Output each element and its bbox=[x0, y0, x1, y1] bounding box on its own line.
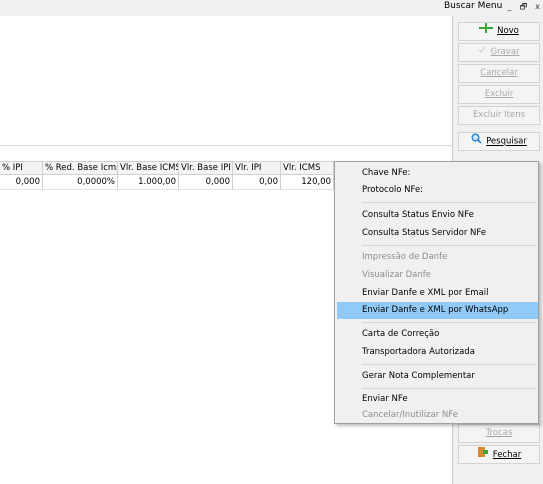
gravar-button[interactable]: Gravar bbox=[458, 43, 540, 62]
menu-item-consulta-status-envio[interactable]: Consulta Status Envio NFe bbox=[337, 207, 538, 224]
menu-separator bbox=[362, 202, 536, 203]
excluir-itens-button[interactable]: Excluir Itens bbox=[458, 106, 540, 125]
menu-separator bbox=[362, 245, 536, 246]
cell-ipi[interactable]: 0,000 bbox=[0, 176, 43, 190]
gravar-label: Gravar bbox=[490, 47, 520, 57]
menu-item-visualizar-danfe[interactable]: Visualizar Danfe bbox=[337, 267, 538, 284]
menu-item-carta-correcao[interactable]: Carta de Correção bbox=[337, 326, 538, 343]
close-button[interactable]: x bbox=[531, 1, 543, 13]
menu-item-cancelar-inutilizar[interactable]: Cancelar/Inutilizar NFe bbox=[337, 407, 538, 424]
cancelar-button[interactable]: Cancelar bbox=[458, 64, 540, 83]
plus-icon bbox=[479, 23, 494, 40]
cell-vlr-base-icms[interactable]: 1.000,00 bbox=[118, 176, 179, 190]
menu-item-transportadora-autorizada[interactable]: Transportadora Autorizada bbox=[337, 344, 538, 361]
menu-separator bbox=[362, 388, 536, 389]
menu-item-enviar-whatsapp[interactable]: Enviar Danfe e XML por WhatsApp bbox=[337, 302, 538, 319]
menu-item-enviar-nfe[interactable]: Enviar NFe bbox=[337, 391, 538, 408]
menu-separator bbox=[362, 322, 536, 323]
fechar-button[interactable]: Fechar bbox=[458, 445, 540, 464]
excluir-itens-label: Excluir Itens bbox=[472, 110, 526, 120]
col-header-vlr-base-ipi[interactable]: Vlr. Base IPI bbox=[179, 162, 233, 176]
exit-door-icon bbox=[477, 446, 489, 465]
restore-button[interactable]: 🗗 bbox=[517, 1, 530, 13]
cell-vlr-base-ipi[interactable]: 0,000 bbox=[179, 176, 233, 190]
nfe-context-menu: Chave NFe: Protocolo NFe: Consulta Statu… bbox=[334, 161, 539, 424]
cell-vlr-icms[interactable]: 120,00 bbox=[281, 176, 334, 190]
check-icon bbox=[478, 44, 486, 61]
menu-item-protocolo-nfe[interactable]: Protocolo NFe: bbox=[337, 182, 538, 199]
menu-buscar[interactable]: Buscar Menu bbox=[444, 1, 502, 11]
cell-red-base-icms[interactable]: 0,0000% bbox=[43, 176, 118, 190]
trocas-label: Trocas bbox=[485, 428, 513, 438]
novo-label: Novo bbox=[497, 26, 519, 36]
cell-vlr-ipi[interactable]: 0,00 bbox=[233, 176, 281, 190]
trocas-button[interactable]: Trocas bbox=[458, 424, 540, 443]
menu-item-chave-nfe[interactable]: Chave NFe: bbox=[337, 165, 538, 182]
menu-item-enviar-email[interactable]: Enviar Danfe e XML por Email bbox=[337, 285, 538, 302]
col-header-red-base-icms[interactable]: % Red. Base Icms bbox=[43, 162, 118, 176]
top-menu-bar: Buscar Menu _ 🗗 x bbox=[0, 0, 543, 14]
minimize-button[interactable]: _ bbox=[503, 1, 516, 13]
menu-item-gerar-nota-complementar[interactable]: Gerar Nota Complementar bbox=[337, 368, 538, 385]
col-header-ipi[interactable]: % IPI bbox=[0, 162, 43, 176]
novo-button[interactable]: Novo bbox=[458, 22, 540, 41]
pesquisar-label: Pesquisar bbox=[486, 136, 527, 147]
pesquisar-button[interactable]: Pesquisar bbox=[458, 132, 540, 151]
divider bbox=[0, 145, 453, 146]
fechar-label: Fechar bbox=[492, 450, 522, 460]
col-header-vlr-base-icms[interactable]: Vlr. Base ICMS bbox=[118, 162, 179, 176]
excluir-button[interactable]: Excluir bbox=[458, 85, 540, 104]
menu-separator bbox=[362, 364, 536, 365]
menu-item-impressao-danfe[interactable]: Impressão de Danfe bbox=[337, 249, 538, 266]
col-header-vlr-icms[interactable]: Vlr. ICMS bbox=[281, 162, 334, 176]
menu-item-consulta-status-servidor[interactable]: Consulta Status Servidor NFe bbox=[337, 225, 538, 242]
excluir-label: Excluir bbox=[484, 89, 514, 99]
col-header-vlr-ipi[interactable]: Vlr. IPI bbox=[233, 162, 281, 176]
cancelar-label: Cancelar bbox=[480, 68, 518, 78]
search-icon bbox=[471, 133, 482, 151]
